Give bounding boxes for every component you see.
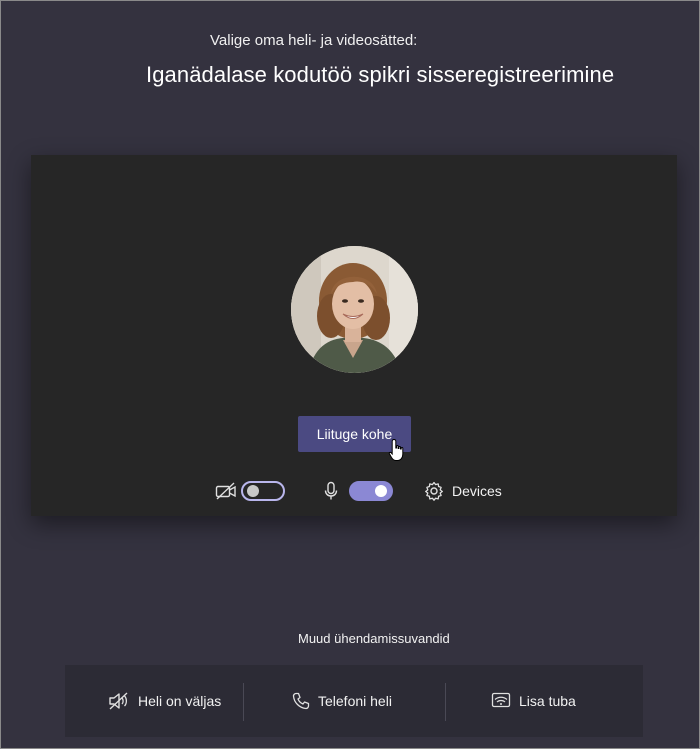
speaker-off-icon: [109, 692, 128, 710]
audio-off-option[interactable]: Heli on väljas: [108, 665, 221, 737]
meeting-title: Iganädalase kodutöö spikri sisseregistre…: [146, 62, 615, 87]
add-room-label: Lisa tuba: [519, 693, 576, 709]
gear-icon: [425, 481, 443, 501]
devices-label: Devices: [452, 483, 502, 499]
video-preview: Liituge kohe Devices: [31, 155, 677, 516]
microphone-icon: [324, 481, 338, 500]
phone-audio-label: Telefoni heli: [318, 693, 392, 709]
avatar: [291, 246, 418, 373]
cast-room-icon: [491, 692, 511, 708]
divider: [445, 683, 446, 721]
other-join-options-label: Muud ühendamissuvandid: [298, 631, 450, 646]
video-toggle[interactable]: [241, 481, 285, 501]
devices-button[interactable]: Devices: [424, 477, 502, 505]
mic-toggle-knob: [375, 485, 387, 497]
divider: [243, 683, 244, 721]
video-control: [215, 477, 285, 505]
phone-icon: [292, 692, 310, 710]
add-room-option[interactable]: Lisa tuba: [491, 665, 576, 737]
audio-off-label: Heli on väljas: [138, 693, 222, 709]
av-controls: Devices: [31, 477, 677, 505]
mic-control: [323, 477, 393, 505]
camera-off-icon: [215, 482, 236, 500]
settings-prompt: Valige oma heli- ja videosätted:: [210, 32, 418, 49]
video-toggle-knob: [247, 485, 259, 497]
mic-toggle[interactable]: [349, 481, 393, 501]
phone-audio-option[interactable]: Telefoni heli: [292, 665, 392, 737]
other-join-options: Heli on väljas Telefoni heli Lisa tuba: [65, 665, 643, 737]
hand-cursor-icon: [388, 438, 404, 461]
